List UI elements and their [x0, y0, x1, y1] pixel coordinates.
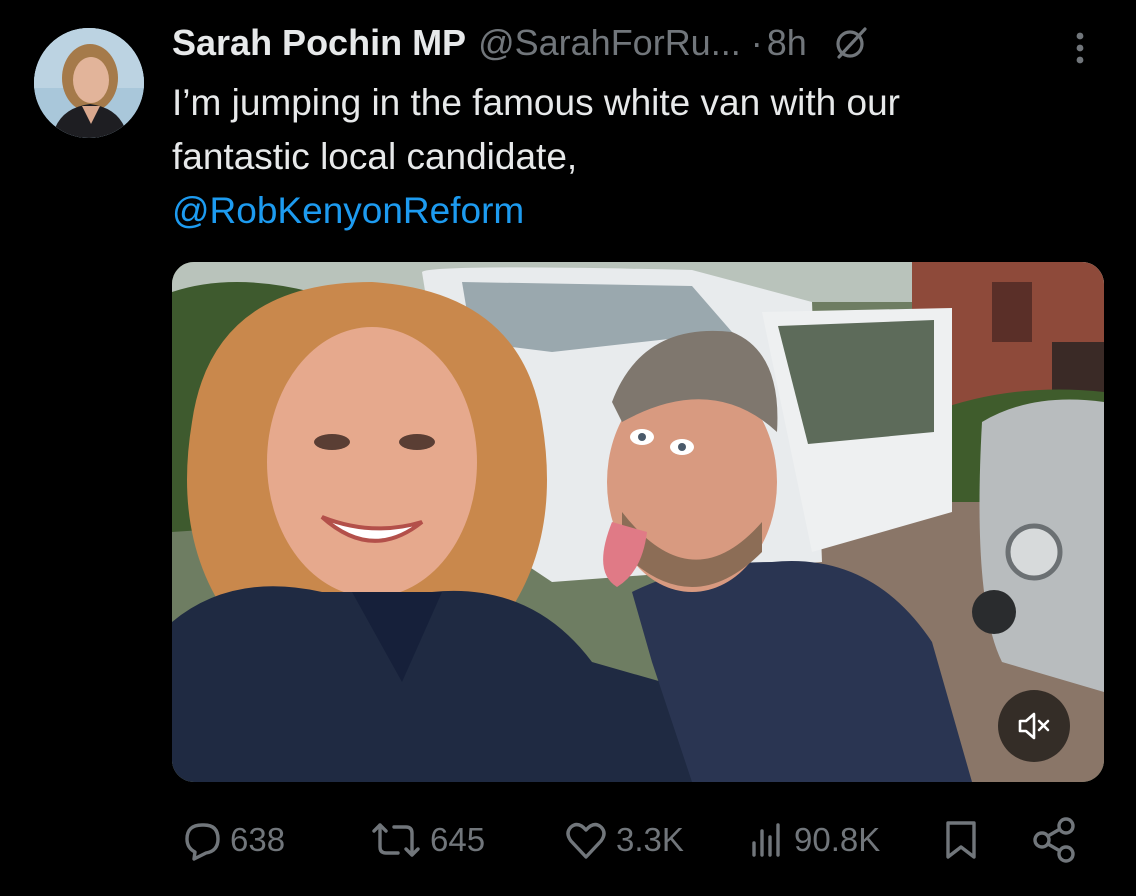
bookmark-button[interactable]	[940, 810, 982, 870]
views-button[interactable]: 90.8K	[748, 810, 880, 870]
bookmark-icon	[946, 821, 976, 859]
profile-photo	[34, 28, 144, 138]
more-vertical-icon[interactable]	[1070, 28, 1090, 68]
author-display-name[interactable]: Sarah Pochin MP	[172, 22, 466, 64]
tweet-video[interactable]	[172, 262, 1104, 782]
tweet-actions: 638 645 3.3K 90.8K	[0, 810, 1136, 870]
mention-link[interactable]: @RobKenyonReform	[172, 184, 1092, 238]
share-button[interactable]	[1030, 810, 1078, 870]
mute-button[interactable]	[998, 690, 1070, 762]
tweet-timestamp[interactable]: 8h	[767, 22, 807, 64]
author-avatar[interactable]	[34, 28, 144, 138]
speaker-muted-icon	[1018, 712, 1050, 740]
repost-icon	[372, 823, 420, 857]
reply-icon	[185, 823, 220, 861]
author-handle[interactable]: @SarahForRu...	[478, 22, 741, 64]
grok-icon[interactable]	[831, 23, 871, 63]
like-icon	[566, 822, 606, 859]
separator-dot: ·	[750, 22, 763, 63]
like-count: 3.3K	[616, 821, 684, 858]
views-count: 90.8K	[794, 821, 881, 858]
tweet-text: I’m jumping in the famous white van with…	[172, 76, 1092, 238]
views-icon	[752, 823, 780, 857]
tweet: Sarah Pochin MP @SarahForRu... · 8h I’m …	[0, 0, 1136, 896]
repost-count: 645	[430, 821, 486, 858]
tweet-header: Sarah Pochin MP @SarahForRu... · 8h	[172, 18, 871, 68]
reply-button[interactable]: 638	[178, 810, 285, 870]
tweet-text-line-1: I’m jumping in the famous white van with…	[172, 82, 901, 123]
like-button[interactable]: 3.3K	[562, 810, 684, 870]
video-frame	[172, 262, 1104, 782]
repost-button[interactable]: 645	[368, 810, 485, 870]
tweet-text-line-2: fantastic local candidate,	[172, 136, 578, 177]
reply-count: 638	[230, 821, 286, 858]
share-icon	[1033, 817, 1075, 863]
